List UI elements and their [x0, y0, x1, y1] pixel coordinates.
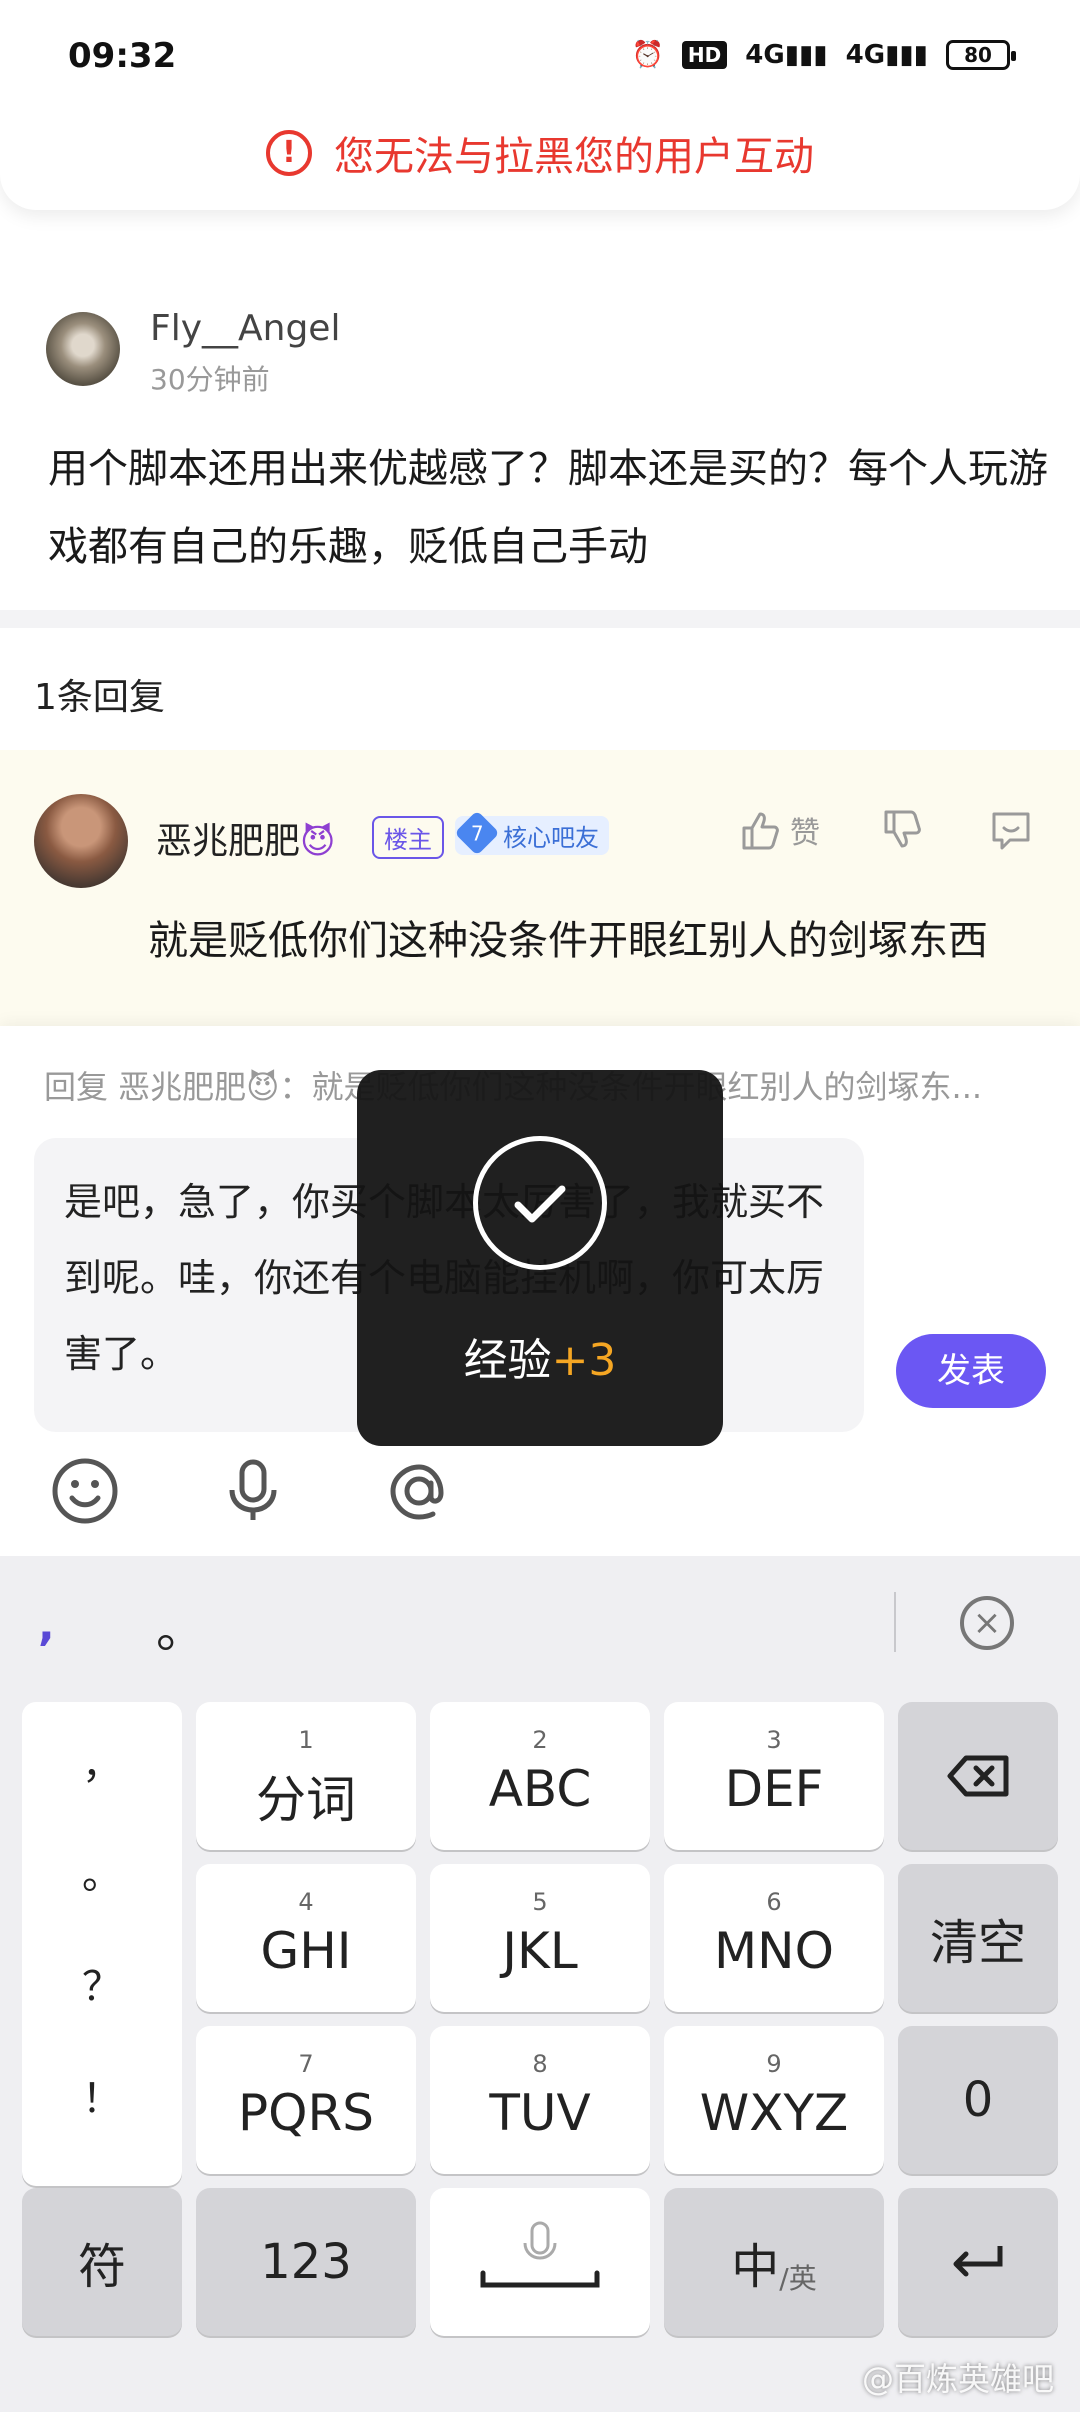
smiley-icon [52, 1458, 118, 1524]
candidate-period[interactable]: 。 [156, 1590, 206, 1662]
post-username[interactable]: Fly__Angel [150, 308, 340, 349]
thumbs-up-icon [742, 812, 779, 850]
owner-badge: 楼主 [372, 816, 444, 859]
thumbs-down-icon [884, 810, 921, 848]
punctuation-column[interactable]: ， 。 ？ ！ [22, 1702, 182, 2186]
close-keyboard-icon[interactable]: × [960, 1596, 1014, 1650]
hd-icon: HD [681, 41, 728, 69]
status-bar: 09:32 ⏰ HD 4G▮▮▮ 4G▮▮▮ 80 [0, 36, 1080, 86]
candidate-divider [894, 1592, 896, 1652]
enter-key[interactable] [898, 2188, 1058, 2336]
reply-username[interactable]: 恶兆肥肥😈 [156, 812, 335, 864]
status-time: 09:32 [68, 36, 177, 76]
microphone-icon [229, 1459, 277, 1520]
like-button[interactable]: 赞 [738, 808, 820, 852]
punct-exclaim[interactable]: ！ [22, 2066, 182, 2124]
send-button[interactable]: 发表 [896, 1334, 1046, 1408]
section-divider [0, 610, 1080, 628]
key-7[interactable]: 7 PQRS [196, 2026, 416, 2174]
signal-icon-2: 4G▮▮▮ [845, 40, 928, 70]
post-time: 30分钟前 [150, 363, 270, 396]
keyboard: , 。 × ， 。 ？ ！ 1 分词 2 ABC 3 DEF 4 GHI 5 JKL 6M… [0, 1556, 1080, 2412]
watermark: @百炼英雄吧 [861, 2360, 1054, 2398]
reply-text: 就是贬低你们这种没条件开眼红别人的剑塚东西 [148, 918, 988, 964]
key-2[interactable]: 2 ABC [430, 1702, 650, 1850]
punct-comma[interactable]: ， [22, 1732, 182, 1790]
space-mic-icon [480, 2221, 600, 2288]
language-toggle-key[interactable]: 中/英 [664, 2188, 884, 2336]
key-9[interactable]: 9 WXYZ [664, 2026, 884, 2174]
key-0[interactable]: 0 [898, 2026, 1058, 2174]
space-key[interactable] [430, 2188, 650, 2336]
battery-icon: 80 [946, 40, 1016, 70]
dislike-button[interactable] [880, 808, 924, 852]
core-member-badge: 7 核心吧友 [454, 810, 609, 856]
at-sign-icon [390, 1464, 444, 1520]
key-6[interactable]: 6 MNO [664, 1864, 884, 2012]
punct-period[interactable]: 。 [22, 1842, 182, 1900]
avatar[interactable] [46, 312, 120, 386]
block-warning: ! 您无法与拉黑您的用户互动 [0, 124, 1080, 182]
toast-text: 经验+3 [463, 1335, 617, 1386]
voice-button[interactable] [214, 1452, 292, 1530]
status-icons: ⏰ HD 4G▮▮▮ 4G▮▮▮ 80 [631, 40, 1016, 70]
devil-emoji-icon: 😈 [300, 822, 336, 862]
backspace-key[interactable] [898, 1702, 1058, 1850]
punct-question[interactable]: ？ [22, 1954, 182, 2012]
top-banner: 09:32 ⏰ HD 4G▮▮▮ 4G▮▮▮ 80 ! 您无法与拉黑您的用户互动 [0, 0, 1080, 210]
key-8[interactable]: 8 TUV [430, 2026, 650, 2174]
enter-icon [898, 2188, 1058, 2336]
comment-button[interactable] [988, 808, 1034, 854]
post-body: 用个脚本还用出来优越感了？脚本还是买的？每个人玩游戏都有自己的乐趣，贬低自己手动 [48, 446, 1048, 570]
level-diamond-icon: 7 [454, 810, 500, 856]
candidate-comma[interactable]: , [38, 1600, 55, 1651]
reply-item[interactable]: 恶兆肥肥😈 楼主 7 核心吧友 赞 就是贬低你们这种没条件开眼红别人的剑塚东西 [0, 750, 1080, 1026]
reply-count: 1条回复 [34, 677, 165, 718]
emoji-button[interactable] [46, 1452, 124, 1530]
key-1[interactable]: 1 分词 [196, 1702, 416, 1850]
alarm-icon: ⏰ [631, 40, 664, 70]
key-5[interactable]: 5 JKL [430, 1864, 650, 2012]
experience-toast: 经验+3 [357, 1070, 723, 1446]
key-3[interactable]: 3 DEF [664, 1702, 884, 1850]
mention-button[interactable] [380, 1452, 458, 1530]
comment-icon [992, 812, 1030, 850]
warning-text: 您无法与拉黑您的用户互动 [334, 134, 814, 180]
numbers-key[interactable]: 123 [196, 2188, 416, 2336]
candidate-bar: , 。 × [0, 1556, 1080, 1692]
symbols-key[interactable]: 符 [22, 2188, 182, 2336]
exclamation-circle-icon: ! [266, 130, 312, 176]
key-4[interactable]: 4 GHI [196, 1864, 416, 2012]
signal-icon-1: 4G▮▮▮ [745, 40, 828, 70]
clear-key[interactable]: 清空 [898, 1864, 1058, 2012]
check-circle-icon [473, 1136, 607, 1270]
reply-avatar[interactable] [34, 794, 128, 888]
backspace-icon [898, 1702, 1058, 1850]
